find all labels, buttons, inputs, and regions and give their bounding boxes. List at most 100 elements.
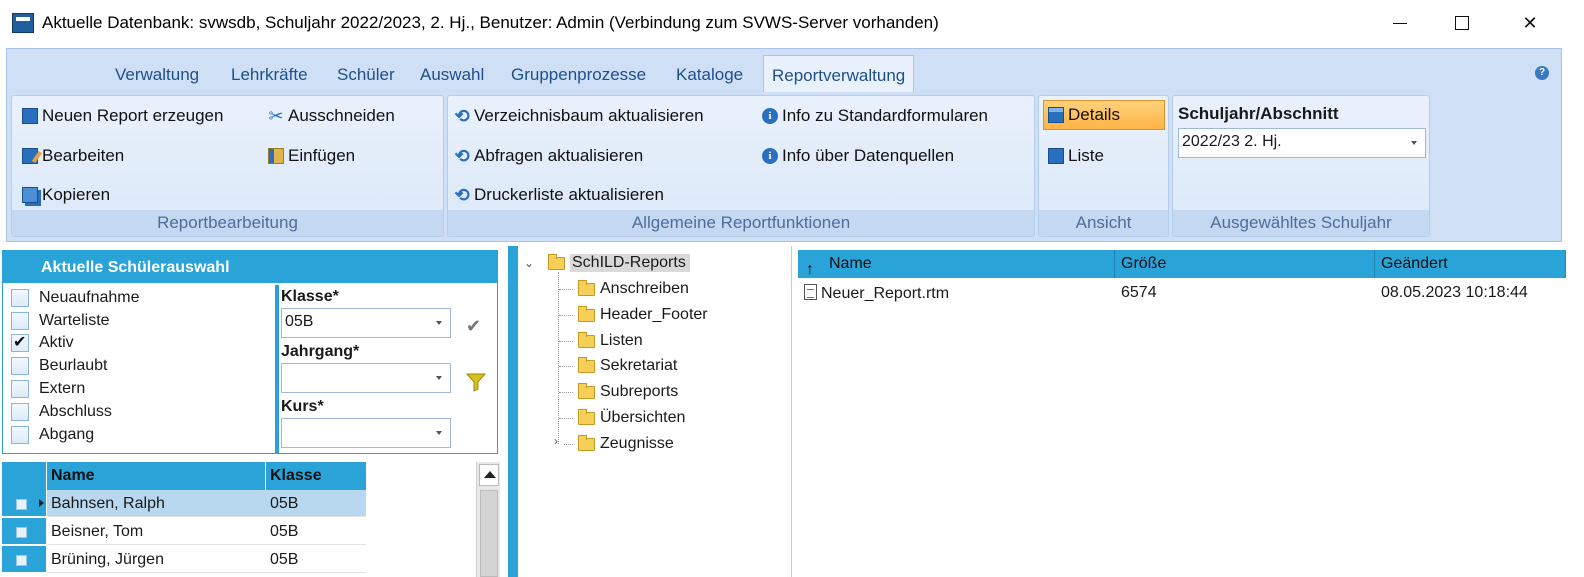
maximize-button[interactable] [1432, 0, 1492, 46]
refresh-tree-button[interactable]: ⟲ Verzeichnisbaum aktualisieren [454, 105, 703, 126]
filter-funnel-icon[interactable] [466, 372, 486, 392]
tree-root-schild-reports[interactable]: SchILD-Reports [548, 251, 690, 275]
edit-button[interactable]: Bearbeiten [22, 146, 124, 166]
column-header-name-label: Name [829, 255, 872, 272]
help-icon[interactable]: ? [1535, 66, 1549, 80]
cut-label: Ausschneiden [288, 106, 395, 125]
new-report-button[interactable]: Neuen Report erzeugen [22, 106, 223, 126]
filter-splitter[interactable] [275, 285, 279, 453]
checkbox[interactable] [11, 426, 29, 444]
details-view-button[interactable]: Details [1043, 100, 1165, 130]
tree-item-sekretariat[interactable]: Sekretariat [578, 354, 677, 378]
tree-guide [559, 366, 573, 367]
chevron-down-icon [436, 376, 442, 380]
status-item-aktiv[interactable]: Aktiv [11, 332, 74, 354]
refresh-icon: ⟲ [454, 105, 470, 126]
column-header-name[interactable]: Name [47, 462, 265, 490]
column-header-name[interactable]: ↑ Name [798, 250, 1115, 278]
column-header-klasse[interactable]: Klasse [266, 462, 366, 490]
checkbox[interactable] [11, 403, 29, 421]
status-item-warteliste[interactable]: Warteliste [11, 310, 110, 332]
chevron-right-icon[interactable]: › [554, 434, 558, 448]
klasse-label: Klasse* [281, 288, 339, 305]
tree-item-uebersichten[interactable]: Übersichten [578, 406, 685, 430]
status-item-extern[interactable]: Extern [11, 378, 85, 400]
chevron-down-icon [436, 431, 442, 435]
list-view-button[interactable]: Liste [1048, 146, 1104, 166]
chevron-down-icon [1411, 141, 1417, 145]
panel-divider[interactable] [508, 246, 518, 577]
info-forms-button[interactable]: i Info zu Standardformularen [762, 106, 988, 126]
tab-schueler[interactable]: Schüler [337, 65, 395, 85]
tree-item-listen[interactable]: Listen [578, 329, 643, 353]
tab-lehrkraefte[interactable]: Lehrkräfte [231, 65, 308, 85]
table-row-name[interactable]: Bahnsen, Ralph [47, 490, 266, 517]
info-sources-button[interactable]: i Info über Datenquellen [762, 146, 954, 166]
scissors-icon: ✂ [268, 105, 284, 126]
row-selector[interactable] [2, 490, 46, 517]
refresh-queries-button[interactable]: ⟲ Abfragen aktualisieren [454, 146, 643, 166]
schuljahr-dropdown[interactable]: 2022/23 2. Hj. [1178, 128, 1426, 158]
file-row-modified[interactable]: 08.05.2023 10:18:44 [1381, 284, 1528, 302]
row-checkbox[interactable] [16, 555, 27, 566]
row-selector[interactable] [2, 518, 46, 545]
tree-item-zeugnisse[interactable]: Zeugnisse [578, 432, 674, 456]
cut-button[interactable]: ✂ Ausschneiden [268, 105, 395, 126]
group-label-allgemein: Allgemeine Reportfunktionen [448, 210, 1034, 236]
column-header-groesse[interactable]: Größe [1115, 250, 1375, 278]
paste-button[interactable]: Einfügen [268, 146, 355, 166]
tree-root-label: SchILD-Reports [570, 254, 690, 272]
ribbon: Verwaltung Lehrkräfte Schüler Auswahl Gr… [6, 48, 1562, 242]
status-item-abgang[interactable]: Abgang [11, 424, 94, 446]
apply-check-icon[interactable]: ✔ [466, 316, 481, 337]
checkbox[interactable] [11, 312, 29, 330]
details-icon [1048, 107, 1064, 123]
copy-icon [22, 187, 38, 203]
checkbox[interactable] [11, 380, 29, 398]
table-row-klasse[interactable]: 05B [266, 490, 366, 517]
klasse-dropdown[interactable]: 05B [281, 308, 451, 338]
tree-item-subreports[interactable]: Subreports [578, 380, 678, 404]
students-scrollbar[interactable] [476, 462, 500, 577]
table-row-klasse[interactable]: 05B [266, 546, 366, 573]
scroll-thumb[interactable] [480, 490, 498, 577]
row-checkbox[interactable] [16, 527, 27, 538]
file-row-name[interactable]: Neuer_Report.rtm [804, 284, 949, 303]
tree-guide [564, 444, 573, 445]
tree-item-anschreiben[interactable]: Anschreiben [578, 277, 689, 301]
scroll-up-button[interactable] [479, 464, 499, 486]
status-label: Beurlaubt [39, 357, 108, 374]
row-checkbox[interactable] [16, 499, 27, 510]
row-selector[interactable] [2, 546, 46, 573]
tab-gruppenprozesse[interactable]: Gruppenprozesse [511, 65, 646, 85]
refresh-printers-button[interactable]: ⟲ Druckerliste aktualisieren [454, 185, 663, 205]
status-item-neuaufnahme[interactable]: Neuaufnahme [11, 287, 140, 309]
table-row-name[interactable]: Brüning, Jürgen [47, 546, 266, 573]
checkbox[interactable] [11, 357, 29, 375]
status-item-abschluss[interactable]: Abschluss [11, 401, 112, 423]
jahrgang-dropdown[interactable] [281, 363, 451, 393]
jahrgang-label: Jahrgang* [281, 343, 360, 360]
tab-reportverwaltung[interactable]: Reportverwaltung [763, 55, 915, 92]
minimize-button[interactable] [1370, 0, 1430, 46]
tree-guide [559, 418, 573, 419]
table-row-name[interactable]: Beisner, Tom [47, 518, 266, 545]
tree-item-label: Übersichten [600, 409, 686, 426]
status-item-beurlaubt[interactable]: Beurlaubt [11, 355, 108, 377]
minimize-icon [1393, 22, 1407, 24]
tree-item-header-footer[interactable]: Header_Footer [578, 303, 708, 327]
file-row-size[interactable]: 6574 [1121, 284, 1157, 302]
folder-icon [578, 305, 595, 322]
table-row-klasse[interactable]: 05B [266, 518, 366, 545]
info-forms-label: Info zu Standardformularen [782, 106, 989, 125]
tab-kataloge[interactable]: Kataloge [676, 65, 743, 85]
kurs-dropdown[interactable] [281, 418, 451, 448]
copy-button[interactable]: Kopieren [22, 185, 110, 205]
close-button[interactable]: ✕ [1500, 0, 1560, 46]
tab-auswahl[interactable]: Auswahl [420, 65, 484, 85]
tab-verwaltung[interactable]: Verwaltung [115, 65, 199, 85]
column-header-geaendert[interactable]: Geändert [1375, 250, 1566, 278]
chevron-down-icon[interactable]: ⌄ [524, 256, 534, 270]
checkbox[interactable] [11, 289, 29, 307]
checkbox-checked[interactable] [11, 332, 29, 352]
